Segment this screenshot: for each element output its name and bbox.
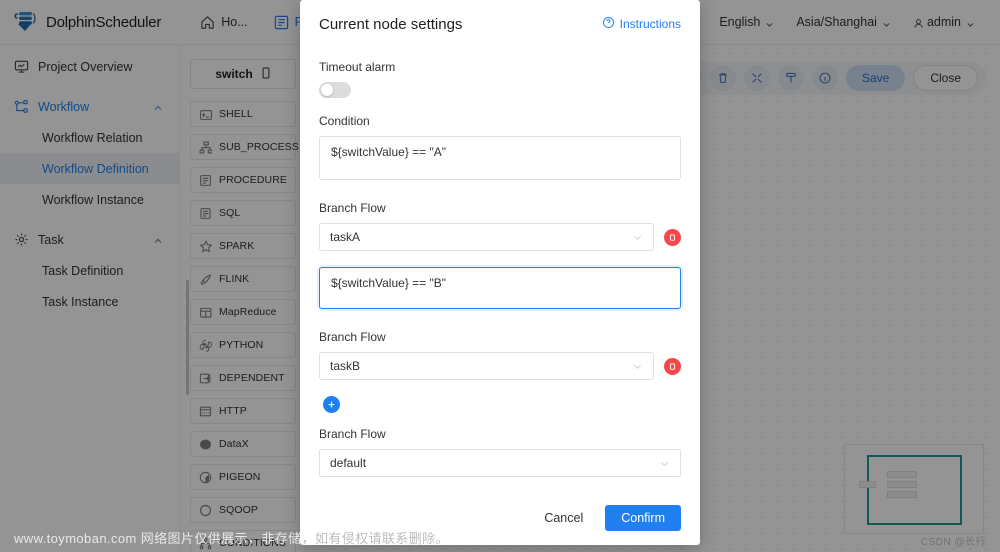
branch-flow-select-0[interactable]: taskA <box>319 223 654 251</box>
condition-field-0: Condition <box>319 114 681 185</box>
condition-label: Condition <box>319 114 370 128</box>
delete-branch-button-1[interactable] <box>664 357 681 375</box>
default-branch-flow-select[interactable]: default <box>319 449 681 477</box>
condition-field-1 <box>319 267 681 314</box>
add-branch-button[interactable] <box>323 396 340 413</box>
chevron-down-icon <box>659 458 670 469</box>
default-branch-flow-field: Branch Flow default <box>319 427 681 477</box>
branch-flow-field-1: Branch Flow taskB <box>319 330 681 380</box>
default-branch-flow-value: default <box>330 456 367 470</box>
condition-input-1[interactable] <box>319 267 681 309</box>
branch-flow-row-1: taskB <box>319 352 681 380</box>
plus-icon <box>328 401 335 408</box>
timeout-alarm-label: Timeout alarm <box>319 60 396 74</box>
branch-flow-field-0: Branch Flow taskA <box>319 201 681 251</box>
chevron-down-icon <box>632 232 643 243</box>
trash-icon <box>669 362 676 370</box>
trash-icon <box>669 233 676 241</box>
branch-flow-value-1: taskB <box>330 359 361 373</box>
dialog-title: Current node settings <box>319 15 463 33</box>
default-branch-flow-label: Branch Flow <box>319 427 386 441</box>
cancel-button[interactable]: Cancel <box>534 505 593 531</box>
timeout-alarm-field: Timeout alarm <box>319 60 681 98</box>
confirm-button[interactable]: Confirm <box>605 505 681 531</box>
dialog-header: Current node settings Instructions <box>300 0 700 48</box>
branch-flow-value-0: taskA <box>330 230 361 244</box>
question-circle-icon <box>602 16 615 32</box>
dialog-body: Timeout alarm Condition Branch Flow task… <box>300 48 700 491</box>
delete-branch-button-0[interactable] <box>664 228 681 246</box>
condition-input-0[interactable] <box>319 136 681 180</box>
toggle-knob <box>321 84 333 96</box>
branch-flow-row-0: taskA <box>319 223 681 251</box>
branch-flow-label-0: Branch Flow <box>319 201 386 215</box>
branch-flow-select-1[interactable]: taskB <box>319 352 654 380</box>
current-node-settings-dialog: Current node settings Instructions Timeo… <box>300 0 700 545</box>
dialog-footer: Cancel Confirm <box>300 491 700 545</box>
app-root: DolphinScheduler Ho... Proje... ur... <box>0 0 1000 552</box>
instructions-label: Instructions <box>619 17 681 31</box>
timeout-alarm-toggle[interactable] <box>319 82 351 98</box>
chevron-down-icon <box>632 361 643 372</box>
instructions-link[interactable]: Instructions <box>602 16 681 32</box>
branch-flow-label-1: Branch Flow <box>319 330 386 344</box>
